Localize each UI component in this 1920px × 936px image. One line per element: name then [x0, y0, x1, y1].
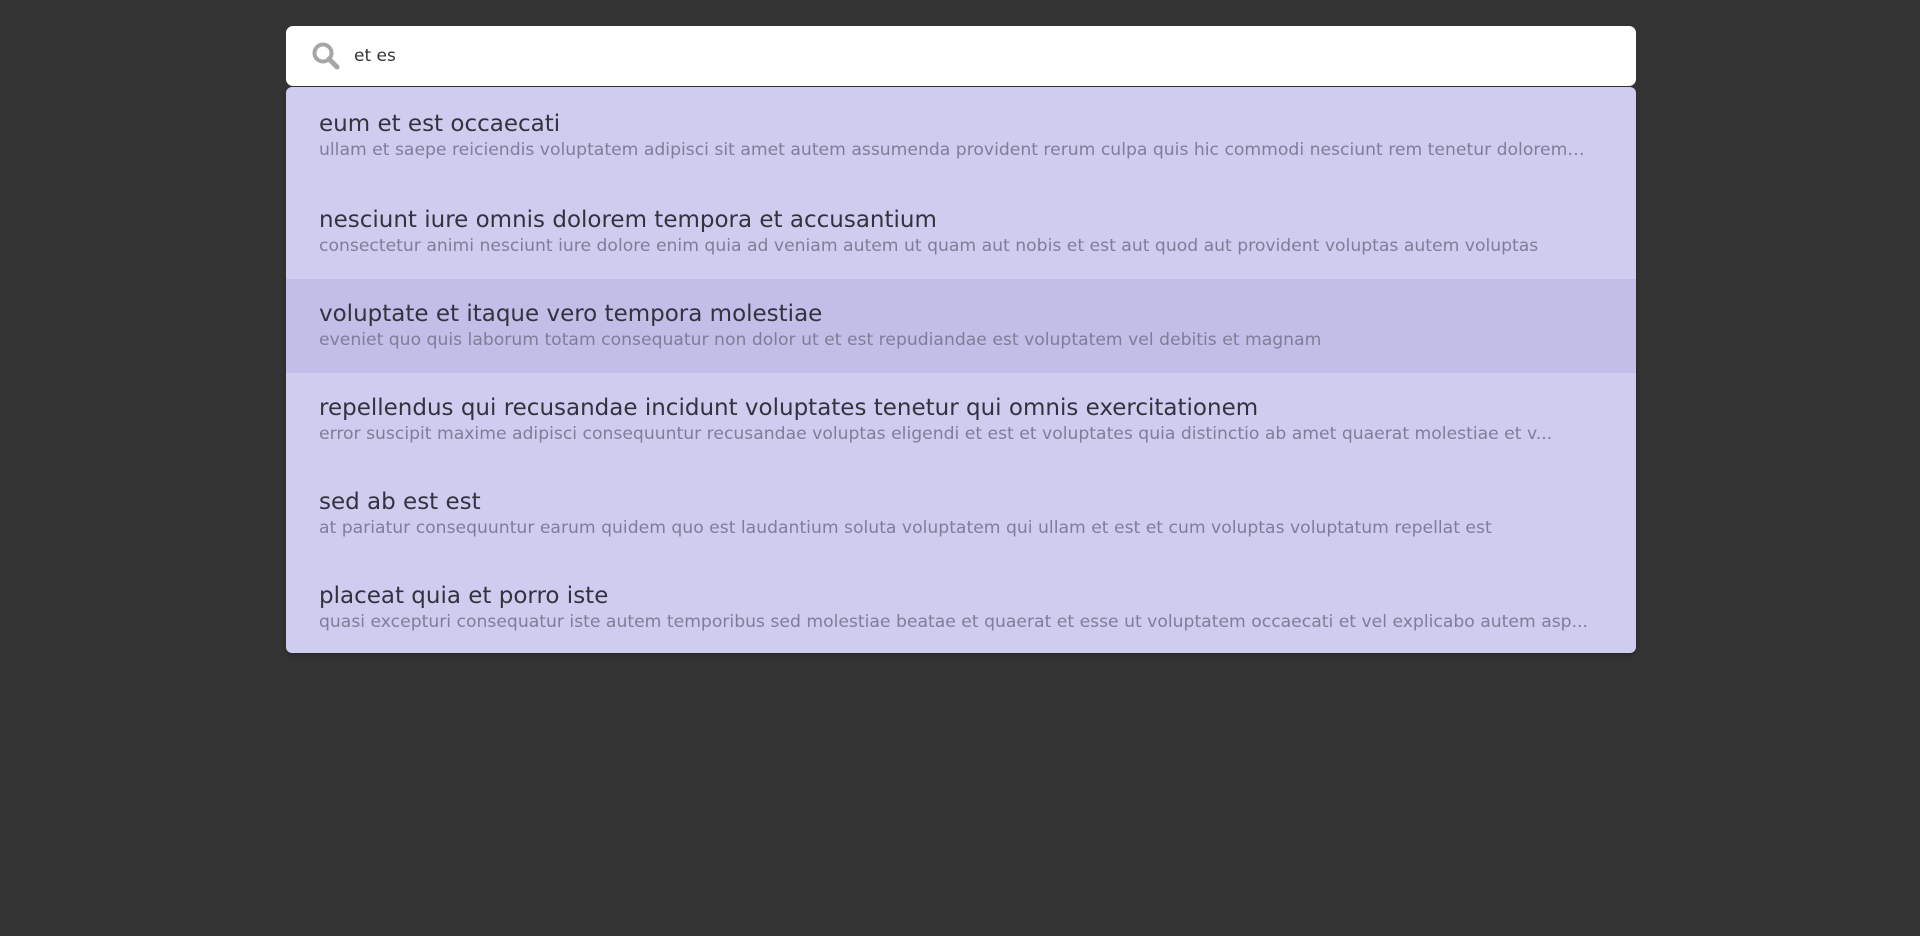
search-result-item[interactable]: nesciunt iure omnis dolorem tempora et a…: [286, 185, 1636, 279]
result-description: error suscipit maxime adipisci consequun…: [319, 424, 1553, 444]
result-title: placeat quia et porro iste: [319, 583, 609, 609]
result-description: at pariatur consequuntur earum quidem qu…: [319, 518, 1492, 538]
search-result-item[interactable]: placeat quia et porro iste quasi exceptu…: [286, 561, 1636, 653]
search-result-item-highlighted[interactable]: voluptate et itaque vero tempora molesti…: [286, 279, 1636, 373]
result-title: eum et est occaecati: [319, 111, 561, 137]
result-title: sed ab est est: [319, 489, 481, 515]
search-input[interactable]: [354, 36, 1636, 76]
result-title: repellendus qui recusandae incidunt volu…: [319, 395, 1259, 421]
search-result-item[interactable]: repellendus qui recusandae incidunt volu…: [286, 373, 1636, 467]
search-results-dropdown: eum et est occaecati ullam et saepe reic…: [286, 87, 1636, 653]
search-widget: eum et est occaecati ullam et saepe reic…: [286, 26, 1636, 653]
result-description: quasi excepturi consequatur iste autem t…: [319, 612, 1588, 632]
result-title: nesciunt iure omnis dolorem tempora et a…: [319, 207, 937, 233]
result-description: consectetur animi nesciunt iure dolore e…: [319, 236, 1539, 256]
search-result-item[interactable]: eum et est occaecati ullam et saepe reic…: [286, 87, 1636, 185]
search-icon: [310, 40, 342, 72]
result-title: voluptate et itaque vero tempora molesti…: [319, 301, 823, 327]
search-result-item[interactable]: sed ab est est at pariatur consequuntur …: [286, 467, 1636, 561]
search-bar[interactable]: [286, 26, 1636, 86]
result-description: ullam et saepe reiciendis voluptatem adi…: [319, 140, 1589, 160]
result-description: eveniet quo quis laborum totam consequat…: [319, 330, 1322, 350]
